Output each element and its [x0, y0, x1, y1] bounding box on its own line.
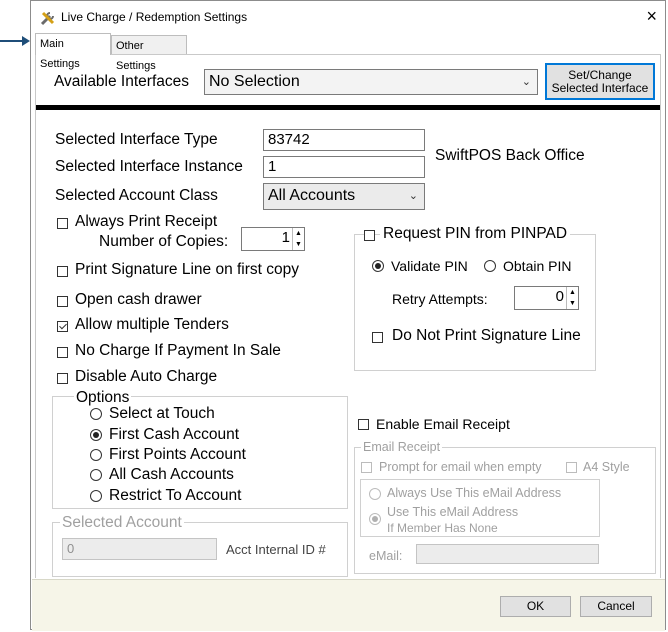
- dialog-footer: OK Cancel: [32, 579, 665, 631]
- close-button[interactable]: ×: [646, 6, 657, 26]
- multiple-tenders-label: Allow multiple Tenders: [75, 316, 229, 333]
- interface-type-field[interactable]: 83742: [263, 129, 425, 151]
- tab-main-settings[interactable]: Main Settings: [35, 33, 111, 70]
- always-print-checkbox[interactable]: [57, 218, 68, 229]
- option-select-at-touch-radio[interactable]: [90, 408, 102, 420]
- chevron-down-icon: ⌄: [521, 76, 531, 88]
- option-all-cash-radio[interactable]: [90, 469, 102, 481]
- email-label: eMail:: [369, 549, 403, 563]
- no-charge-checkbox[interactable]: [57, 347, 68, 358]
- option-first-points-label: First Points Account: [109, 446, 246, 463]
- ok-button[interactable]: OK: [500, 596, 571, 617]
- obtain-pin-radio[interactable]: [484, 260, 496, 272]
- account-class-label: Selected Account Class: [55, 187, 218, 204]
- request-pin-label: Request PIN from PINPAD: [380, 225, 571, 243]
- account-class-value: All Accounts: [268, 187, 356, 204]
- title-bar: Live Charge / Redemption Settings ×: [31, 1, 665, 33]
- selected-account-title: Selected Account: [60, 514, 184, 532]
- a4-style-checkbox[interactable]: [566, 462, 577, 473]
- prompt-email-checkbox[interactable]: [361, 462, 372, 473]
- signature-line-checkbox[interactable]: [57, 266, 68, 277]
- signature-line-label: Print Signature Line on first copy: [75, 261, 300, 278]
- interface-type-label: Selected Interface Type: [55, 131, 218, 148]
- multiple-tenders-checkbox[interactable]: [57, 321, 68, 332]
- email-receipt-title: Email Receipt: [361, 440, 443, 454]
- set-change-interface-button[interactable]: Set/Change Selected Interface: [545, 63, 655, 100]
- use-email-if-none-radio[interactable]: [369, 513, 381, 525]
- option-first-cash-radio[interactable]: [90, 429, 102, 441]
- validate-pin-radio[interactable]: [372, 260, 384, 272]
- cash-drawer-checkbox[interactable]: [57, 296, 68, 307]
- no-signature-line-checkbox[interactable]: [372, 332, 383, 343]
- option-first-cash-label: First Cash Account: [109, 426, 240, 443]
- retry-attempts-spinner[interactable]: 0 ▲ ▼: [514, 286, 579, 310]
- always-use-email-radio[interactable]: [369, 488, 381, 500]
- retry-attempts-value: 0: [555, 288, 564, 305]
- tools-icon: [40, 11, 55, 26]
- copies-label: Number of Copies:: [99, 233, 229, 250]
- chevron-down-icon: ⌄: [408, 190, 418, 202]
- tab-other-settings[interactable]: Other Settings: [111, 35, 187, 72]
- no-charge-label: No Charge If Payment In Sale: [75, 342, 281, 359]
- settings-dialog: Live Charge / Redemption Settings × Main…: [30, 0, 666, 631]
- cash-drawer-label: Open cash drawer: [75, 291, 202, 308]
- selected-account-field[interactable]: 0: [62, 538, 217, 560]
- backoffice-label: SwiftPOS Back Office: [435, 147, 585, 164]
- no-signature-line-label: Do Not Print Signature Line: [392, 327, 581, 344]
- copies-value: 1: [281, 229, 290, 246]
- available-interfaces-value: No Selection: [209, 73, 300, 90]
- pointer-arrow-icon: [0, 36, 30, 46]
- interface-instance-label: Selected Interface Instance: [55, 158, 243, 175]
- option-select-at-touch-label: Select at Touch: [109, 405, 215, 422]
- email-field[interactable]: [416, 544, 599, 564]
- disable-auto-charge-label: Disable Auto Charge: [75, 368, 218, 385]
- main-settings-panel: Available Interfaces No Selection ⌄ Set/…: [35, 54, 661, 578]
- use-email-line1: Use This eMail Address: [387, 505, 519, 519]
- spin-arrows-icon[interactable]: ▲ ▼: [566, 287, 578, 309]
- copies-spinner[interactable]: 1 ▲ ▼: [241, 227, 305, 251]
- always-use-email-label: Always Use This eMail Address: [387, 486, 562, 500]
- available-interfaces-label: Available Interfaces: [54, 73, 189, 90]
- account-class-select[interactable]: All Accounts ⌄: [263, 183, 425, 210]
- use-email-line2: If Member Has None: [387, 521, 498, 535]
- disable-auto-charge-checkbox[interactable]: [57, 373, 68, 384]
- cancel-button[interactable]: Cancel: [580, 596, 652, 617]
- always-print-label: Always Print Receipt: [75, 213, 218, 230]
- request-pin-checkbox[interactable]: [364, 230, 375, 241]
- acct-internal-id-label: Acct Internal ID #: [226, 542, 326, 557]
- interface-instance-field[interactable]: 1: [263, 156, 425, 178]
- enable-email-label: Enable Email Receipt: [376, 416, 510, 432]
- obtain-pin-label: Obtain PIN: [503, 258, 572, 274]
- window-title: Live Charge / Redemption Settings: [61, 10, 248, 24]
- divider: [36, 105, 660, 110]
- prompt-email-label: Prompt for email when empty: [379, 460, 542, 474]
- option-all-cash-label: All Cash Accounts: [109, 466, 234, 483]
- option-first-points-radio[interactable]: [90, 449, 102, 461]
- a4-style-label: A4 Style: [583, 460, 630, 474]
- enable-email-checkbox[interactable]: [358, 419, 369, 430]
- validate-pin-label: Validate PIN: [391, 258, 468, 274]
- spin-arrows-icon[interactable]: ▲ ▼: [292, 228, 304, 250]
- option-restrict-label: Restrict To Account: [109, 487, 242, 504]
- option-restrict-radio[interactable]: [90, 490, 102, 502]
- retry-attempts-label: Retry Attempts:: [392, 291, 488, 307]
- available-interfaces-select[interactable]: No Selection ⌄: [204, 69, 538, 95]
